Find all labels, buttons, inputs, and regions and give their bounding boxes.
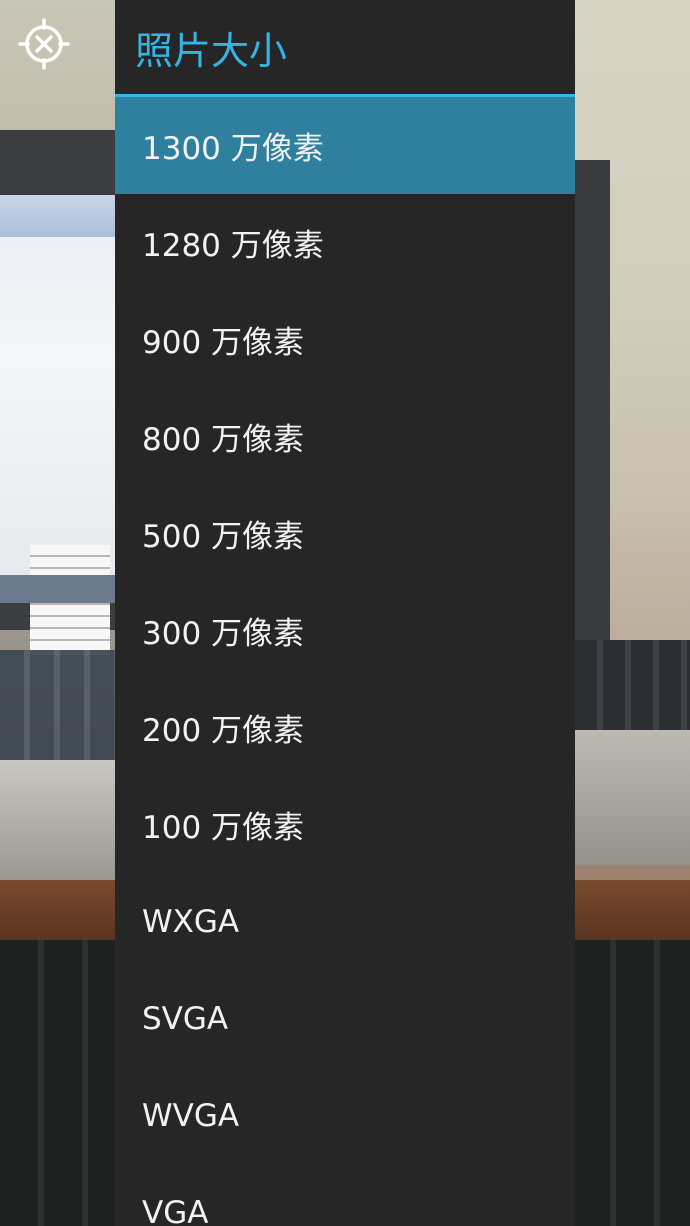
picture-size-option[interactable]: 1300 万像素 bbox=[115, 97, 575, 194]
picture-size-list: 1300 万像素 1280 万像素 900 万像素 800 万像素 500 万像… bbox=[115, 97, 575, 1226]
camera-preview-taskbar bbox=[0, 575, 115, 603]
camera-preview-keyboard bbox=[0, 650, 115, 760]
picture-size-option[interactable]: 300 万像素 bbox=[115, 582, 575, 679]
picture-size-dialog: 照片大小 1300 万像素 1280 万像素 900 万像素 800 万像素 5… bbox=[115, 0, 575, 1226]
camera-preview-screen bbox=[0, 195, 115, 655]
close-target-icon[interactable] bbox=[18, 18, 70, 70]
camera-preview-laptop-base bbox=[0, 760, 115, 880]
picture-size-option[interactable]: 500 万像素 bbox=[115, 485, 575, 582]
camera-preview-browser-bar bbox=[0, 195, 115, 237]
picture-size-option[interactable]: VGA bbox=[115, 1164, 575, 1226]
picture-size-option[interactable]: 800 万像素 bbox=[115, 388, 575, 485]
picture-size-option[interactable]: WXGA bbox=[115, 873, 575, 970]
dialog-title: 照片大小 bbox=[135, 28, 288, 73]
picture-size-option[interactable]: 900 万像素 bbox=[115, 291, 575, 388]
picture-size-option[interactable]: WVGA bbox=[115, 1067, 575, 1164]
camera-preview-laptop-base-right bbox=[575, 730, 690, 865]
picture-size-option[interactable]: 100 万像素 bbox=[115, 776, 575, 873]
picture-size-option[interactable]: 1280 万像素 bbox=[115, 194, 575, 291]
camera-preview-monitor-right bbox=[575, 160, 610, 660]
camera-preview-keyboard-right bbox=[575, 640, 690, 730]
picture-size-option[interactable]: SVGA bbox=[115, 970, 575, 1067]
camera-screen: 照片大小 1300 万像素 1280 万像素 900 万像素 800 万像素 5… bbox=[0, 0, 690, 1226]
picture-size-option[interactable]: 200 万像素 bbox=[115, 679, 575, 776]
